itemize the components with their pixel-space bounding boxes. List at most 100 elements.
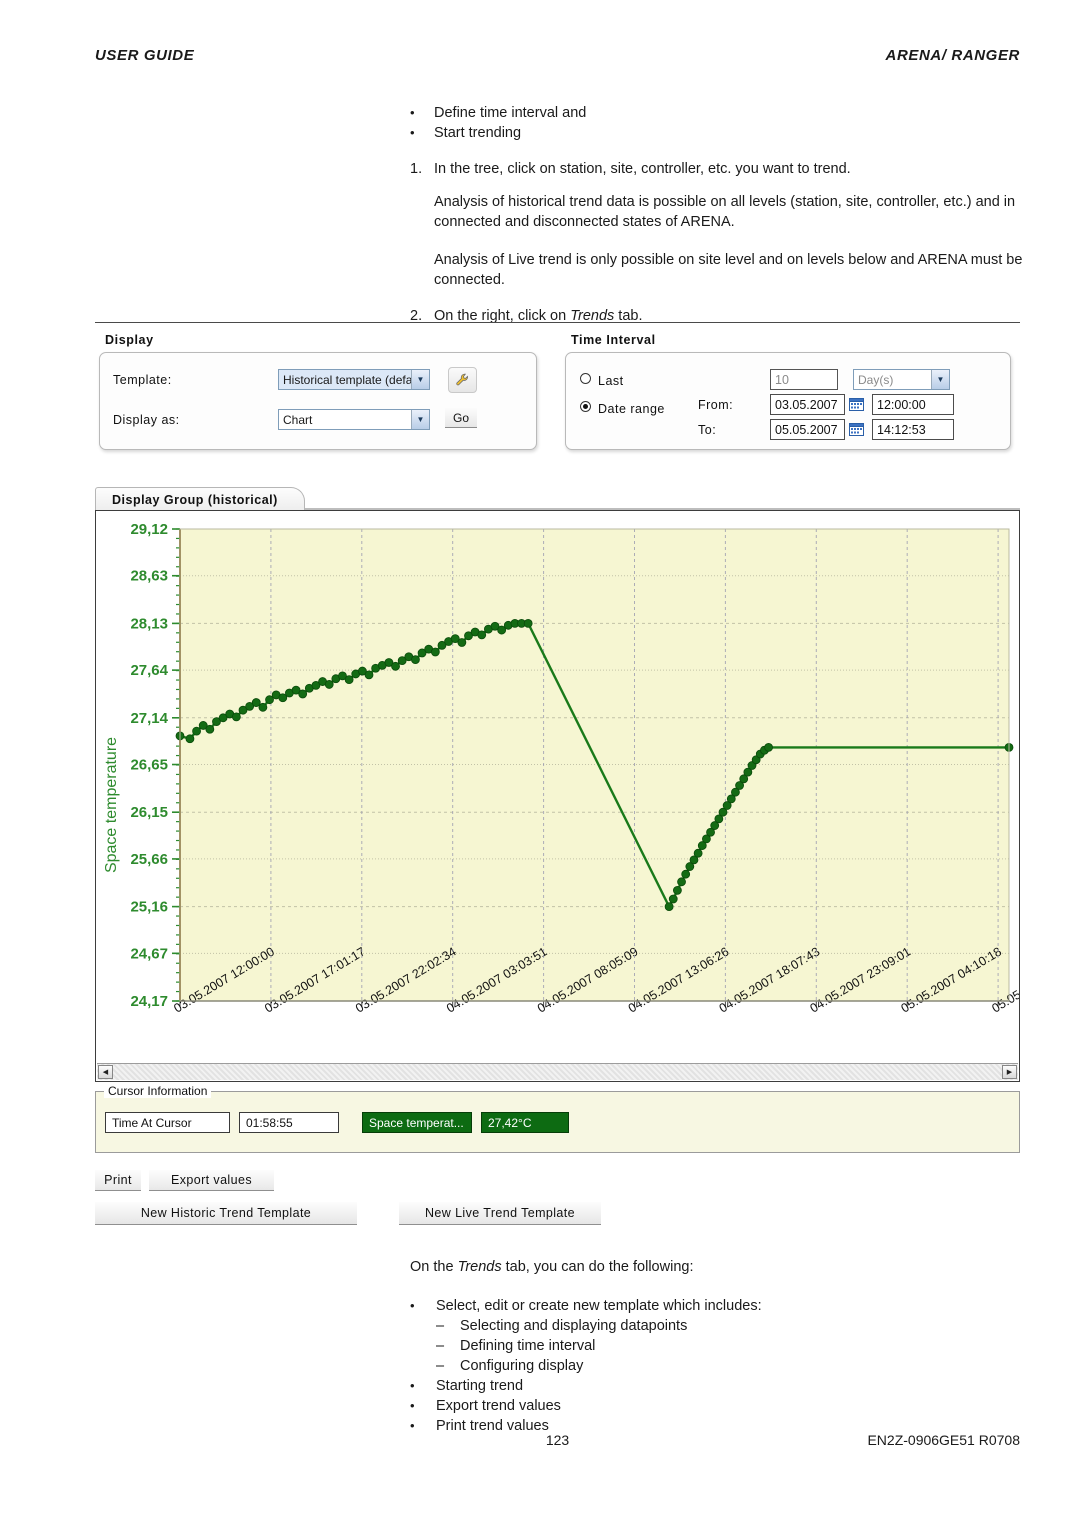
time-at-cursor-value-text: 01:58:55 — [246, 1115, 293, 1130]
chart-tabstrip: Display Group (historical) — [95, 487, 1020, 511]
list-item: • Start trending — [410, 123, 1030, 143]
svg-text:24,67: 24,67 — [130, 945, 168, 962]
svg-text:26,15: 26,15 — [130, 804, 168, 821]
intro-bullet-2: Start trending — [434, 125, 522, 141]
action-buttons: Print Export values New Historic Trend T… — [95, 1170, 1020, 1225]
radio-last[interactable] — [580, 373, 591, 384]
settings-screenshot: Display Template: Historical template (d… — [95, 322, 1020, 450]
display-panel-box: Template: Historical template (defaul ▼ … — [99, 352, 537, 450]
calendar-icon[interactable] — [849, 422, 864, 436]
outro-lead: On the Trends tab, you can do the follow… — [410, 1259, 694, 1275]
outro-bullet-3: Export trend values — [436, 1398, 561, 1414]
print-button-label: Print — [104, 1173, 132, 1187]
outro-sub-2: Defining time interval — [460, 1338, 596, 1354]
list-item: – Defining time interval — [436, 1336, 1030, 1356]
last-unit-select[interactable]: Day(s) ▼ — [853, 369, 950, 390]
time-interval-panel: Time Interval Last 10 Day(s) ▼ Date rang… — [561, 327, 1017, 450]
bullet-icon: • — [410, 1378, 415, 1393]
tab-label: Display Group (historical) — [112, 492, 278, 507]
arrow-right-icon[interactable]: ▶ — [1002, 1065, 1017, 1079]
page-number: 123 — [545, 1432, 570, 1448]
cursor-information-legend: Cursor Information — [104, 1084, 212, 1098]
svg-text:29,12: 29,12 — [130, 521, 168, 538]
new-live-trend-template-button[interactable]: New Live Trend Template — [399, 1202, 601, 1225]
series-value-text: 27,42°C — [488, 1115, 532, 1130]
list-item: • Export trend values — [410, 1396, 1030, 1416]
chart-horizontal-scrollbar[interactable]: ◀ ▶ — [97, 1063, 1018, 1080]
svg-text:26,65: 26,65 — [130, 757, 168, 774]
bullet-icon: • — [410, 1298, 415, 1313]
calendar-icon[interactable] — [849, 397, 864, 411]
display-panel: Display Template: Historical template (d… — [95, 327, 543, 450]
display-as-select[interactable]: Chart ▼ — [278, 409, 430, 430]
intro-bullet-1: Define time interval and — [434, 105, 587, 121]
display-as-label: Display as: — [113, 413, 180, 427]
outro-sub-1: Selecting and displaying datapoints — [460, 1318, 688, 1334]
radio-date-range[interactable] — [580, 401, 591, 412]
template-select[interactable]: Historical template (defaul ▼ — [278, 369, 430, 390]
list-item: – Configuring display — [436, 1356, 1030, 1376]
go-button-label: Go — [452, 410, 469, 425]
go-button[interactable]: Go — [445, 408, 477, 428]
step-1-paragraph-2: Analysis of Live trend is only possible … — [434, 252, 1023, 288]
from-date-input[interactable]: 03.05.2007 — [770, 394, 845, 415]
list-item: • Define time interval and — [410, 103, 1030, 123]
series-name-text: Space temperat... — [369, 1115, 464, 1130]
intro-text-block: • Define time interval and • Start trend… — [410, 103, 1030, 326]
series-value-badge: 27,42°C — [481, 1112, 569, 1133]
new-historic-trend-template-button[interactable]: New Historic Trend Template — [95, 1202, 357, 1225]
svg-text:24,17: 24,17 — [130, 993, 168, 1010]
svg-text:27,64: 27,64 — [130, 662, 168, 679]
step-number: 1. — [410, 161, 423, 177]
list-item: – Selecting and displaying datapoints — [436, 1316, 1030, 1336]
new-live-trend-template-label: New Live Trend Template — [424, 1206, 575, 1220]
last-unit-value: Day(s) — [858, 372, 894, 387]
chevron-down-icon: ▼ — [411, 370, 429, 389]
wrench-icon — [455, 373, 468, 386]
page-footer: 123 EN2Z-0906GE51 R0708 — [95, 1432, 1020, 1448]
tab-display-group-historical[interactable]: Display Group (historical) — [95, 487, 305, 511]
chart-plot-area[interactable]: 03.05.2007 12:00:00 03.05.2007 17:01:17 03… — [96, 511, 1019, 1056]
page-header: USER GUIDE ARENA/ RANGER — [95, 47, 1020, 64]
svg-text:25,16: 25,16 — [130, 899, 168, 916]
time-interval-panel-box: Last 10 Day(s) ▼ Date range From: 03.05.… — [565, 352, 1011, 450]
cursor-fields: Time At Cursor 01:58:55 Space temperat..… — [105, 1112, 569, 1133]
arrow-left-icon[interactable]: ◀ — [98, 1065, 113, 1079]
trend-chart-svg[interactable]: 03.05.2007 12:00:0003.05.2007 17:01:1703… — [96, 511, 1019, 1056]
to-date-value: 05.05.2007 — [775, 422, 838, 437]
step-1-paragraph-1: Analysis of historical trend data is pos… — [434, 194, 1016, 230]
outro-sub-3: Configuring display — [460, 1358, 584, 1374]
chart-card: Display Group (historical) 03.05.2007 12… — [95, 487, 1020, 1082]
template-label: Template: — [113, 373, 172, 387]
svg-text:Space temperature: Space temperature — [103, 737, 120, 873]
time-interval-panel-title: Time Interval — [571, 333, 656, 347]
radio-date-range-label: Date range — [598, 402, 665, 416]
list-item: • Select, edit or create new template wh… — [410, 1296, 1030, 1316]
radio-last-label: Last — [598, 374, 624, 388]
time-at-cursor-label-text: Time At Cursor — [112, 1115, 192, 1130]
to-label: To: — [698, 423, 717, 437]
print-button[interactable]: Print — [95, 1170, 141, 1191]
chevron-down-icon: ▼ — [931, 370, 949, 389]
cursor-information-box: Cursor Information Time At Cursor 01:58:… — [95, 1084, 1020, 1153]
action-row-primary: Print Export values — [95, 1170, 1020, 1191]
to-time-input[interactable]: 14:12:53 — [872, 419, 954, 440]
svg-text:28,13: 28,13 — [130, 615, 168, 632]
to-date-input[interactable]: 05.05.2007 — [770, 419, 845, 440]
from-time-input[interactable]: 12:00:00 — [872, 394, 954, 415]
action-row-templates: New Historic Trend Template New Live Tre… — [95, 1202, 1020, 1225]
last-value-input[interactable]: 10 — [770, 369, 838, 390]
cursor-information-section: Cursor Information Time At Cursor 01:58:… — [95, 1084, 1020, 1153]
series-name-badge[interactable]: Space temperat... — [362, 1112, 472, 1133]
header-left-title: USER GUIDE — [95, 47, 195, 64]
time-at-cursor-value: 01:58:55 — [239, 1112, 339, 1133]
time-at-cursor-label: Time At Cursor — [105, 1112, 230, 1133]
export-values-button[interactable]: Export values — [149, 1170, 274, 1191]
from-date-value: 03.05.2007 — [775, 397, 838, 412]
export-values-button-label: Export values — [171, 1173, 252, 1187]
to-time-value: 14:12:53 — [877, 422, 926, 437]
chevron-down-icon: ▼ — [411, 410, 429, 429]
numbered-step-1: 1. In the tree, click on station, site, … — [410, 159, 1030, 179]
template-edit-button[interactable] — [448, 367, 477, 393]
header-right-title: ARENA/ RANGER — [885, 47, 1020, 64]
